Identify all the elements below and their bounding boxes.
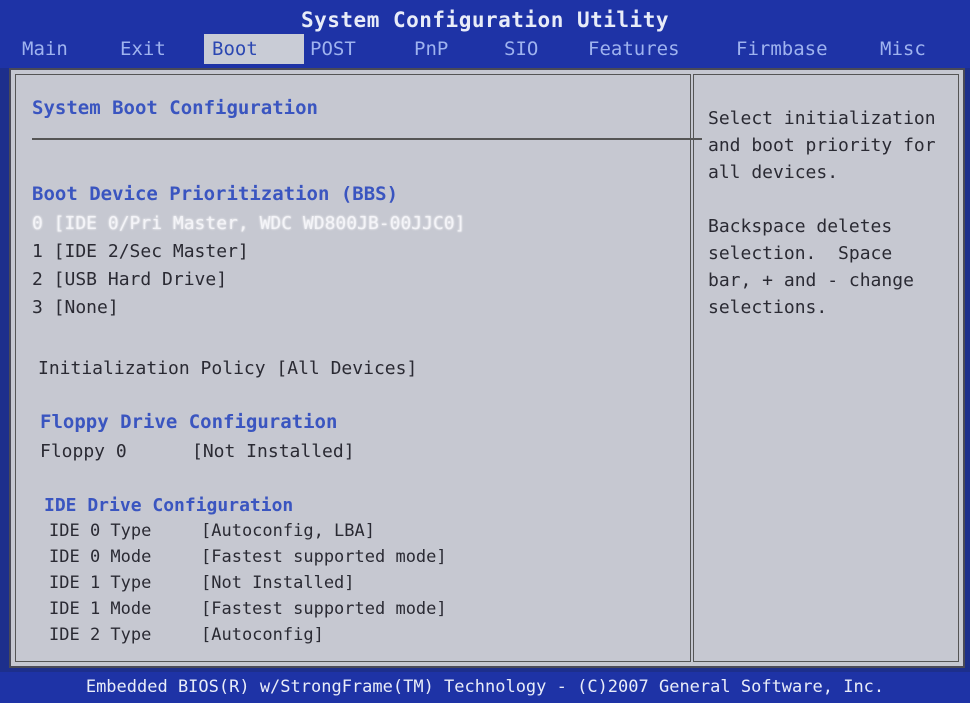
tab-main[interactable]: Main <box>14 34 76 64</box>
init-policy-setting[interactable]: Initialization Policy [All Devices] <box>38 358 417 379</box>
help-pane: Select initialization and boot priority … <box>693 74 959 662</box>
tab-exit[interactable]: Exit <box>112 34 174 64</box>
ide-0-mode-value[interactable]: [Fastest supported mode] <box>201 547 447 567</box>
ide-0-type-value[interactable]: [Autoconfig, LBA] <box>201 521 375 541</box>
ide-0-type-row[interactable]: IDE 0 Type [Autoconfig, LBA] <box>49 521 375 541</box>
help-line <box>708 186 958 213</box>
ide-1-mode-label: IDE 1 Mode <box>49 599 152 619</box>
tab-features[interactable]: Features <box>580 34 688 64</box>
tab-sio[interactable]: SIO <box>496 34 546 64</box>
ide-1-type-row[interactable]: IDE 1 Type [Not Installed] <box>49 573 355 593</box>
tab-misc[interactable]: Misc <box>872 34 934 64</box>
ide-heading: IDE Drive Configuration <box>44 495 294 516</box>
help-line: and boot priority for <box>708 135 936 156</box>
help-text: Select initialization and boot priority … <box>708 105 958 321</box>
tab-boot[interactable]: Boot <box>204 34 304 64</box>
ide-1-type-label: IDE 1 Type <box>49 573 152 593</box>
footer-copyright: Embedded BIOS(R) w/StrongFrame(TM) Techn… <box>0 672 970 703</box>
settings-pane: System Boot Configuration Boot Device Pr… <box>15 74 702 662</box>
tab-firmbase[interactable]: Firmbase <box>728 34 836 64</box>
help-line: selection. Space <box>708 243 893 264</box>
help-line: selections. <box>708 297 828 318</box>
window-title: System Configuration Utility <box>300 8 669 32</box>
section-divider <box>32 138 702 140</box>
boot-device-1[interactable]: 1 [IDE 2/Sec Master] <box>32 241 249 262</box>
tab-pnp[interactable]: PnP <box>406 34 456 64</box>
floppy-0-label: Floppy 0 <box>40 441 127 462</box>
ide-0-mode-label: IDE 0 Mode <box>49 547 152 567</box>
floppy-0-row[interactable]: Floppy 0 [Not Installed] <box>40 441 355 462</box>
ide-0-mode-row[interactable]: IDE 0 Mode [Fastest supported mode] <box>49 547 447 567</box>
ide-0-type-label: IDE 0 Type <box>49 521 152 541</box>
section-title: System Boot Configuration <box>32 97 318 119</box>
help-line: all devices. <box>708 162 839 183</box>
ide-2-type-row[interactable]: IDE 2 Type [Autoconfig] <box>49 625 324 645</box>
main-frame: System Boot Configuration Boot Device Pr… <box>9 68 965 668</box>
menu-tabs: Main Exit Boot POST PnP SIO Features Fir… <box>14 34 964 64</box>
help-line: bar, + and - change <box>708 270 914 291</box>
help-line: Select initialization <box>708 108 936 129</box>
boot-priority-heading: Boot Device Prioritization (BBS) <box>32 183 399 205</box>
floppy-0-value[interactable]: [Not Installed] <box>192 441 355 462</box>
ide-1-mode-value[interactable]: [Fastest supported mode] <box>201 599 447 619</box>
ide-2-type-label: IDE 2 Type <box>49 625 152 645</box>
ide-2-type-value[interactable]: [Autoconfig] <box>201 625 324 645</box>
boot-device-0[interactable]: 0 [IDE 0/Pri Master, WDC WD800JB-00JJC0] <box>32 213 465 234</box>
tab-post[interactable]: POST <box>302 34 364 64</box>
floppy-heading: Floppy Drive Configuration <box>40 411 338 433</box>
boot-device-3[interactable]: 3 [None] <box>32 297 119 318</box>
ide-1-type-value[interactable]: [Not Installed] <box>201 573 355 593</box>
ide-1-mode-row[interactable]: IDE 1 Mode [Fastest supported mode] <box>49 599 447 619</box>
help-line: Backspace deletes <box>708 216 893 237</box>
boot-device-2[interactable]: 2 [USB Hard Drive] <box>32 269 227 290</box>
title-bar: System Configuration Utility Main Exit B… <box>0 0 970 68</box>
